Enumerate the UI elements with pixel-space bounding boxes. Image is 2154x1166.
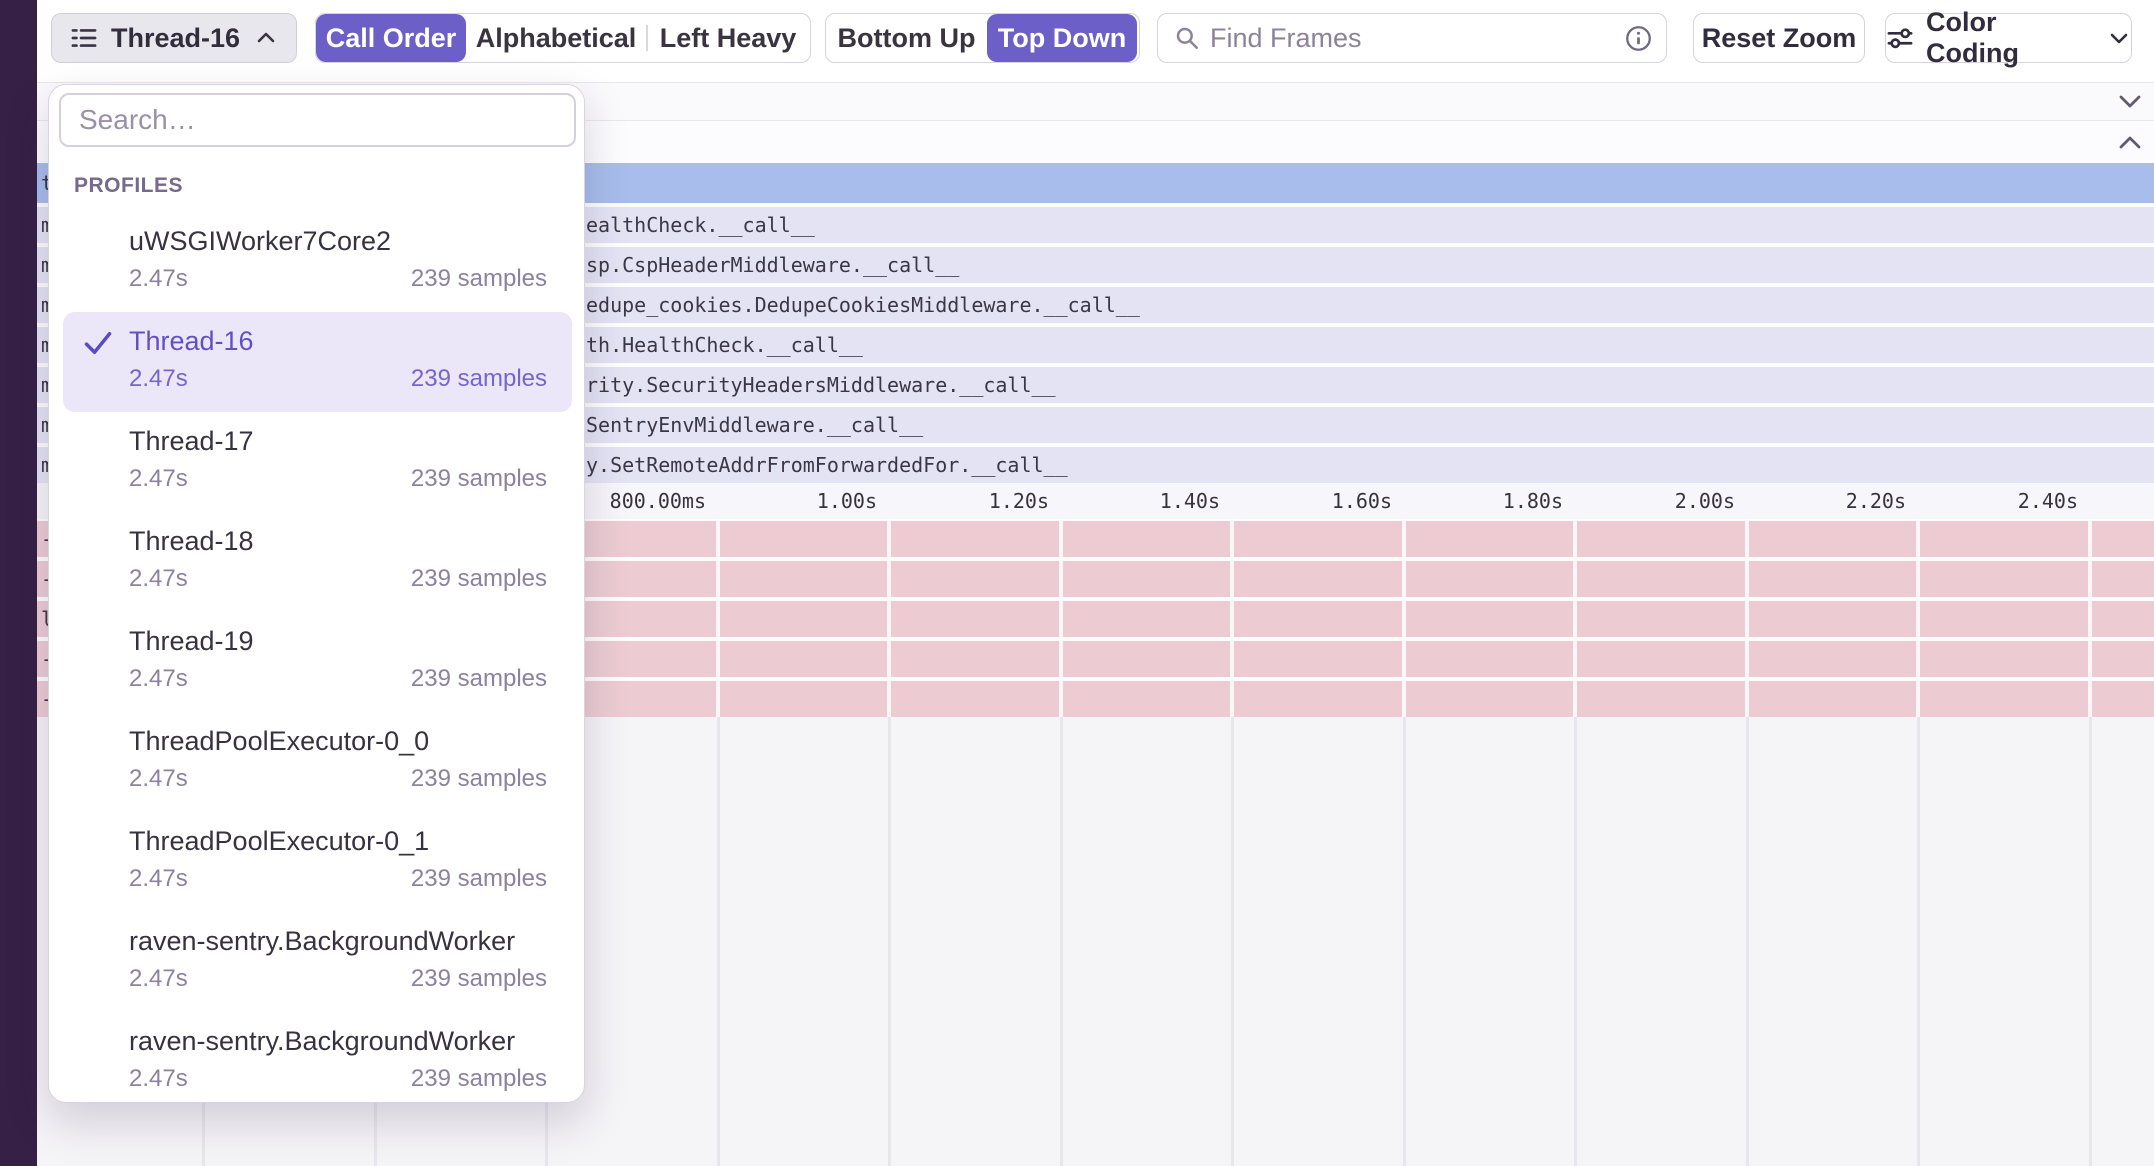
time-gridline — [1573, 519, 1577, 717]
time-axis-label: 1.20s — [859, 483, 1049, 519]
frame-label: rity.SecurityHeadersMiddleware.__call__ — [586, 367, 1056, 403]
time-gridline — [2089, 717, 2092, 1166]
profile-name: raven-sentry.BackgroundWorker — [129, 1024, 515, 1058]
profile-duration: 2.47s — [129, 664, 188, 694]
profile-name: raven-sentry.BackgroundWorker — [129, 924, 515, 958]
time-axis-label: 2.00s — [1545, 483, 1735, 519]
profile-duration: 2.47s — [129, 764, 188, 794]
sliders-icon — [1886, 24, 1914, 52]
reset-zoom-button[interactable]: Reset Zoom — [1693, 13, 1865, 63]
sort-option-alphabetical[interactable]: Alphabetical — [466, 14, 646, 62]
profile-list-item[interactable]: raven-sentry.BackgroundWorker 2.47s 239 sa… — [63, 1012, 572, 1103]
time-gridline — [1916, 519, 1920, 717]
frame-label: edupe_cookies.DedupeCookiesMiddleware.__… — [586, 287, 1140, 323]
profile-sample-count: 239 samples — [411, 664, 547, 694]
profile-duration: 2.47s — [129, 264, 188, 294]
time-axis-label: 2.20s — [1716, 483, 1906, 519]
thread-dropdown-panel: PROFILES uWSGIWorker7Core2 2.47s 239 sampl… — [48, 84, 585, 1103]
time-gridline — [1917, 717, 1920, 1166]
profile-list-item[interactable]: Thread-18 2.47s 239 samples — [63, 512, 572, 612]
find-frames-input[interactable] — [1210, 23, 1615, 54]
profile-sample-count: 239 samples — [411, 1064, 547, 1094]
time-gridline — [887, 519, 891, 717]
profile-duration: 2.47s — [129, 1064, 188, 1094]
time-gridline — [1746, 717, 1749, 1166]
sort-option-left-heavy[interactable]: Left Heavy — [648, 14, 808, 62]
profile-duration: 2.47s — [129, 964, 188, 994]
profiles-section-label: PROFILES — [74, 173, 183, 199]
info-icon[interactable] — [1625, 25, 1652, 52]
profile-sample-count: 239 samples — [411, 264, 547, 294]
profile-list-item[interactable]: Thread-17 2.47s 239 samples — [63, 412, 572, 512]
frame-label: sp.CspHeaderMiddleware.__call__ — [586, 247, 959, 283]
chevron-down-icon — [2107, 26, 2131, 50]
time-axis-label: 2.40s — [1888, 483, 2078, 519]
chevron-up-icon[interactable] — [2118, 134, 2142, 150]
profile-name: uWSGIWorker7Core2 — [129, 224, 391, 258]
profiling-flamegraph-app: Thread-16 Call OrderAlphabeticalLeft Hea… — [0, 0, 2154, 1166]
profile-sample-count: 239 samples — [411, 864, 547, 894]
profile-duration: 2.47s — [129, 864, 188, 894]
time-axis-label: 1.60s — [1202, 483, 1392, 519]
direction-option-top-down[interactable]: Top Down — [987, 14, 1137, 62]
time-gridline — [2088, 519, 2092, 717]
profile-sample-count: 239 samples — [411, 564, 547, 594]
profile-name: Thread-17 — [129, 424, 254, 458]
chevron-up-icon — [254, 26, 278, 50]
direction-segmented-control: Bottom UpTop Down — [825, 13, 1140, 63]
profile-list-item[interactable]: Thread-16 2.47s 239 samples — [63, 312, 572, 412]
search-icon — [1174, 25, 1200, 51]
frame-label: y.SetRemoteAddrFromForwardedFor.__call__ — [586, 447, 1068, 483]
chevron-down-icon[interactable] — [2118, 94, 2142, 110]
profile-list-item[interactable]: Thread-19 2.47s 239 samples — [63, 612, 572, 712]
time-gridline — [1402, 519, 1406, 717]
time-axis-label: 1.80s — [1373, 483, 1563, 519]
profile-sample-count: 239 samples — [411, 964, 547, 994]
direction-option-bottom-up[interactable]: Bottom Up — [826, 14, 987, 62]
time-gridline — [1231, 717, 1234, 1166]
profile-sample-count: 239 samples — [411, 764, 547, 794]
time-gridline — [1403, 717, 1406, 1166]
profile-duration: 2.47s — [129, 564, 188, 594]
time-gridline — [1230, 519, 1234, 717]
list-icon — [70, 24, 98, 52]
time-gridline — [1060, 717, 1063, 1166]
profile-name: Thread-18 — [129, 524, 254, 558]
thread-selector-label: Thread-16 — [111, 23, 240, 54]
profile-name: ThreadPoolExecutor-0_0 — [129, 724, 429, 758]
profile-name: Thread-19 — [129, 624, 254, 658]
frame-label: th.HealthCheck.__call__ — [586, 327, 863, 363]
thread-selector-button[interactable]: Thread-16 — [51, 13, 297, 63]
time-gridline — [1745, 519, 1749, 717]
time-gridline — [716, 519, 720, 717]
profile-name: Thread-16 — [129, 324, 254, 358]
color-coding-button[interactable]: Color Coding — [1885, 13, 2132, 63]
left-sidebar-strip — [0, 0, 37, 1166]
toolbar: Thread-16 Call OrderAlphabeticalLeft Hea… — [37, 0, 2154, 82]
time-axis-label: 1.00s — [687, 483, 877, 519]
profile-sample-count: 239 samples — [411, 364, 547, 394]
profile-list-item[interactable]: raven-sentry.BackgroundWorker 2.47s 239 sa… — [63, 912, 572, 1012]
frame-label: ealthCheck.__call__ — [586, 207, 815, 243]
time-axis-label: 1.40s — [1030, 483, 1220, 519]
time-gridline — [717, 717, 720, 1166]
color-coding-label: Color Coding — [1926, 7, 2095, 69]
profile-duration: 2.47s — [129, 364, 188, 394]
profile-list-item[interactable]: ThreadPoolExecutor-0_1 2.47s 239 samples — [63, 812, 572, 912]
profile-list-item[interactable]: uWSGIWorker7Core2 2.47s 239 samples — [63, 212, 572, 312]
dropdown-search-input[interactable] — [59, 93, 576, 147]
profile-duration: 2.47s — [129, 464, 188, 494]
profile-sample-count: 239 samples — [411, 464, 547, 494]
find-frames-box — [1157, 13, 1667, 63]
sort-option-call-order[interactable]: Call Order — [316, 14, 466, 62]
frame-label: SentryEnvMiddleware.__call__ — [586, 407, 923, 443]
time-gridline — [1574, 717, 1577, 1166]
checkmark-icon — [83, 328, 113, 358]
profile-name: ThreadPoolExecutor-0_1 — [129, 824, 429, 858]
profile-list-item[interactable]: ThreadPoolExecutor-0_0 2.47s 239 samples — [63, 712, 572, 812]
time-gridline — [1059, 519, 1063, 717]
time-gridline — [888, 717, 891, 1166]
sort-order-segmented-control: Call OrderAlphabeticalLeft Heavy — [315, 13, 811, 63]
